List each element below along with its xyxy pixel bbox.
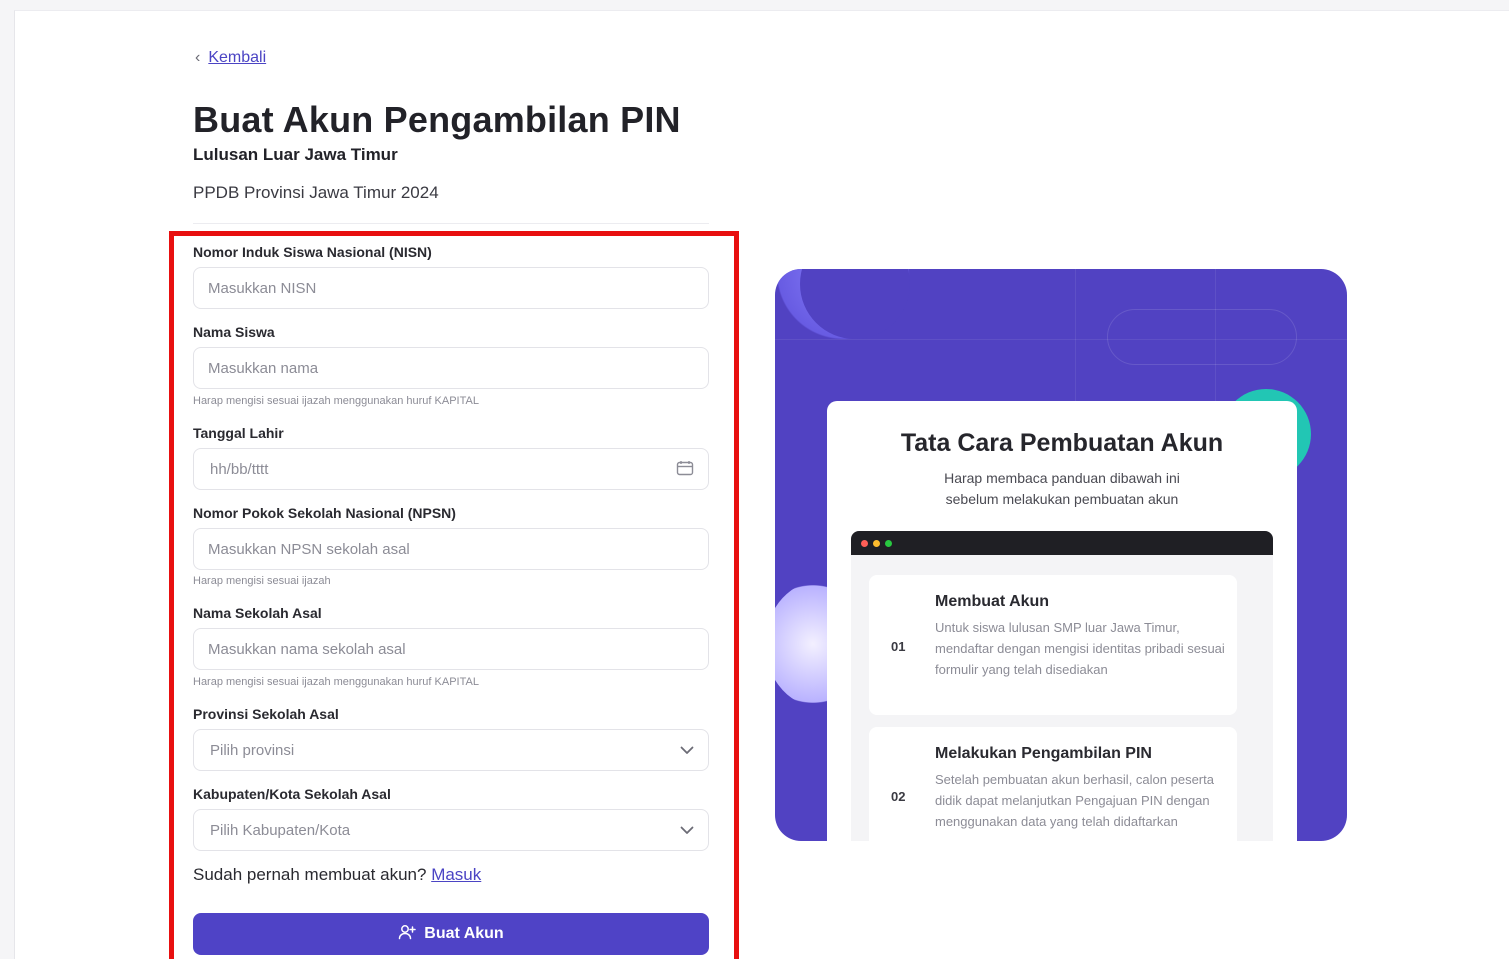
decor-shape <box>1107 309 1297 365</box>
sekolah-placeholder: Masukkan nama sekolah asal <box>208 640 406 658</box>
nama-input[interactable]: Masukkan nama <box>193 347 709 389</box>
npsn-input[interactable]: Masukkan NPSN sekolah asal <box>193 528 709 570</box>
chevron-left-icon: ‹ <box>195 49 201 66</box>
nisn-placeholder: Masukkan NISN <box>208 279 317 297</box>
step-title: Melakukan Pengambilan PIN <box>935 745 1152 762</box>
chevron-down-icon <box>680 822 694 838</box>
npsn-placeholder: Masukkan NPSN sekolah asal <box>208 540 410 558</box>
tanggal-lahir-placeholder: hh/bb/tttt <box>210 460 269 478</box>
step-description: Untuk siswa lulusan SMP luar Jawa Timur,… <box>935 620 1225 677</box>
window-titlebar <box>851 531 1273 555</box>
sekolah-hint: Harap mengisi sesuai ijazah menggunakan … <box>193 676 479 688</box>
step-number: 01 <box>891 639 906 654</box>
nama-placeholder: Masukkan nama <box>208 359 319 377</box>
login-prompt-text: Sudah pernah membuat akun? <box>193 865 427 884</box>
back-link[interactable]: Kembali <box>208 49 266 67</box>
kabupaten-selected: Pilih Kabupaten/Kota <box>210 821 351 839</box>
guide-desc-line: Harap membaca panduan dibawah ini <box>944 470 1180 486</box>
guide-description: Harap membaca panduan dibawah ini sebelu… <box>827 468 1297 510</box>
nisn-label: Nomor Induk Siswa Nasional (NISN) <box>193 244 432 260</box>
guide-desc-line: sebelum melakukan pembuatan akun <box>945 491 1179 507</box>
window-dot-yellow <box>873 539 880 547</box>
tanggal-lahir-input[interactable]: hh/bb/tttt <box>193 448 709 490</box>
provinsi-label: Provinsi Sekolah Asal <box>193 706 339 722</box>
guide-step: 02 Melakukan Pengambilan PIN Setelah pem… <box>869 727 1237 841</box>
guide-title: Tata Cara Pembuatan Akun <box>900 429 1224 457</box>
page-context: PPDB Provinsi Jawa Timur 2024 <box>193 183 439 202</box>
sekolah-label: Nama Sekolah Asal <box>193 605 322 621</box>
decor-line <box>775 339 1347 340</box>
page-subtitle: Lulusan Luar Jawa Timur <box>193 145 398 164</box>
provinsi-select[interactable]: Pilih provinsi <box>193 729 709 771</box>
step-description: Setelah pembuatan akun berhasil, calon p… <box>935 772 1214 829</box>
window-dot-green <box>885 539 892 547</box>
tanggal-lahir-label: Tanggal Lahir <box>193 425 284 441</box>
page-title: Buat Akun Pengambilan PIN <box>193 99 681 140</box>
guide-card: Tata Cara Pembuatan Akun Harap membaca p… <box>827 401 1297 841</box>
provinsi-selected: Pilih provinsi <box>210 741 295 759</box>
guide-step: 01 Membuat Akun Untuk siswa lulusan SMP … <box>869 575 1237 715</box>
create-account-label: Buat Akun <box>424 925 504 942</box>
nisn-input[interactable]: Masukkan NISN <box>193 267 709 309</box>
npsn-hint: Harap mengisi sesuai ijazah <box>193 575 331 587</box>
calendar-icon[interactable] <box>676 460 694 479</box>
step-number: 02 <box>891 789 906 804</box>
user-add-icon <box>398 924 417 945</box>
page: ‹ Kembali Buat Akun Pengambilan PIN Lulu… <box>14 10 1509 959</box>
nama-hint: Harap mengisi sesuai ijazah menggunakan … <box>193 395 479 407</box>
chevron-down-icon <box>680 742 694 758</box>
login-prompt: Sudah pernah membuat akun? Masuk <box>193 865 481 885</box>
back-nav[interactable]: ‹ Kembali <box>195 49 266 67</box>
guide-window: 01 Membuat Akun Untuk siswa lulusan SMP … <box>851 531 1273 841</box>
login-link[interactable]: Masuk <box>431 865 481 884</box>
nama-label: Nama Siswa <box>193 324 275 340</box>
sekolah-input[interactable]: Masukkan nama sekolah asal <box>193 628 709 670</box>
step-title: Membuat Akun <box>935 593 1050 610</box>
kabupaten-label: Kabupaten/Kota Sekolah Asal <box>193 786 391 802</box>
create-account-button[interactable]: Buat Akun <box>193 913 709 955</box>
npsn-label: Nomor Pokok Sekolah Nasional (NPSN) <box>193 505 456 521</box>
kabupaten-select[interactable]: Pilih Kabupaten/Kota <box>193 809 709 851</box>
guide-panel: Tata Cara Pembuatan Akun Harap membaca p… <box>775 269 1347 841</box>
divider <box>193 223 709 224</box>
window-dot-red <box>861 539 868 547</box>
